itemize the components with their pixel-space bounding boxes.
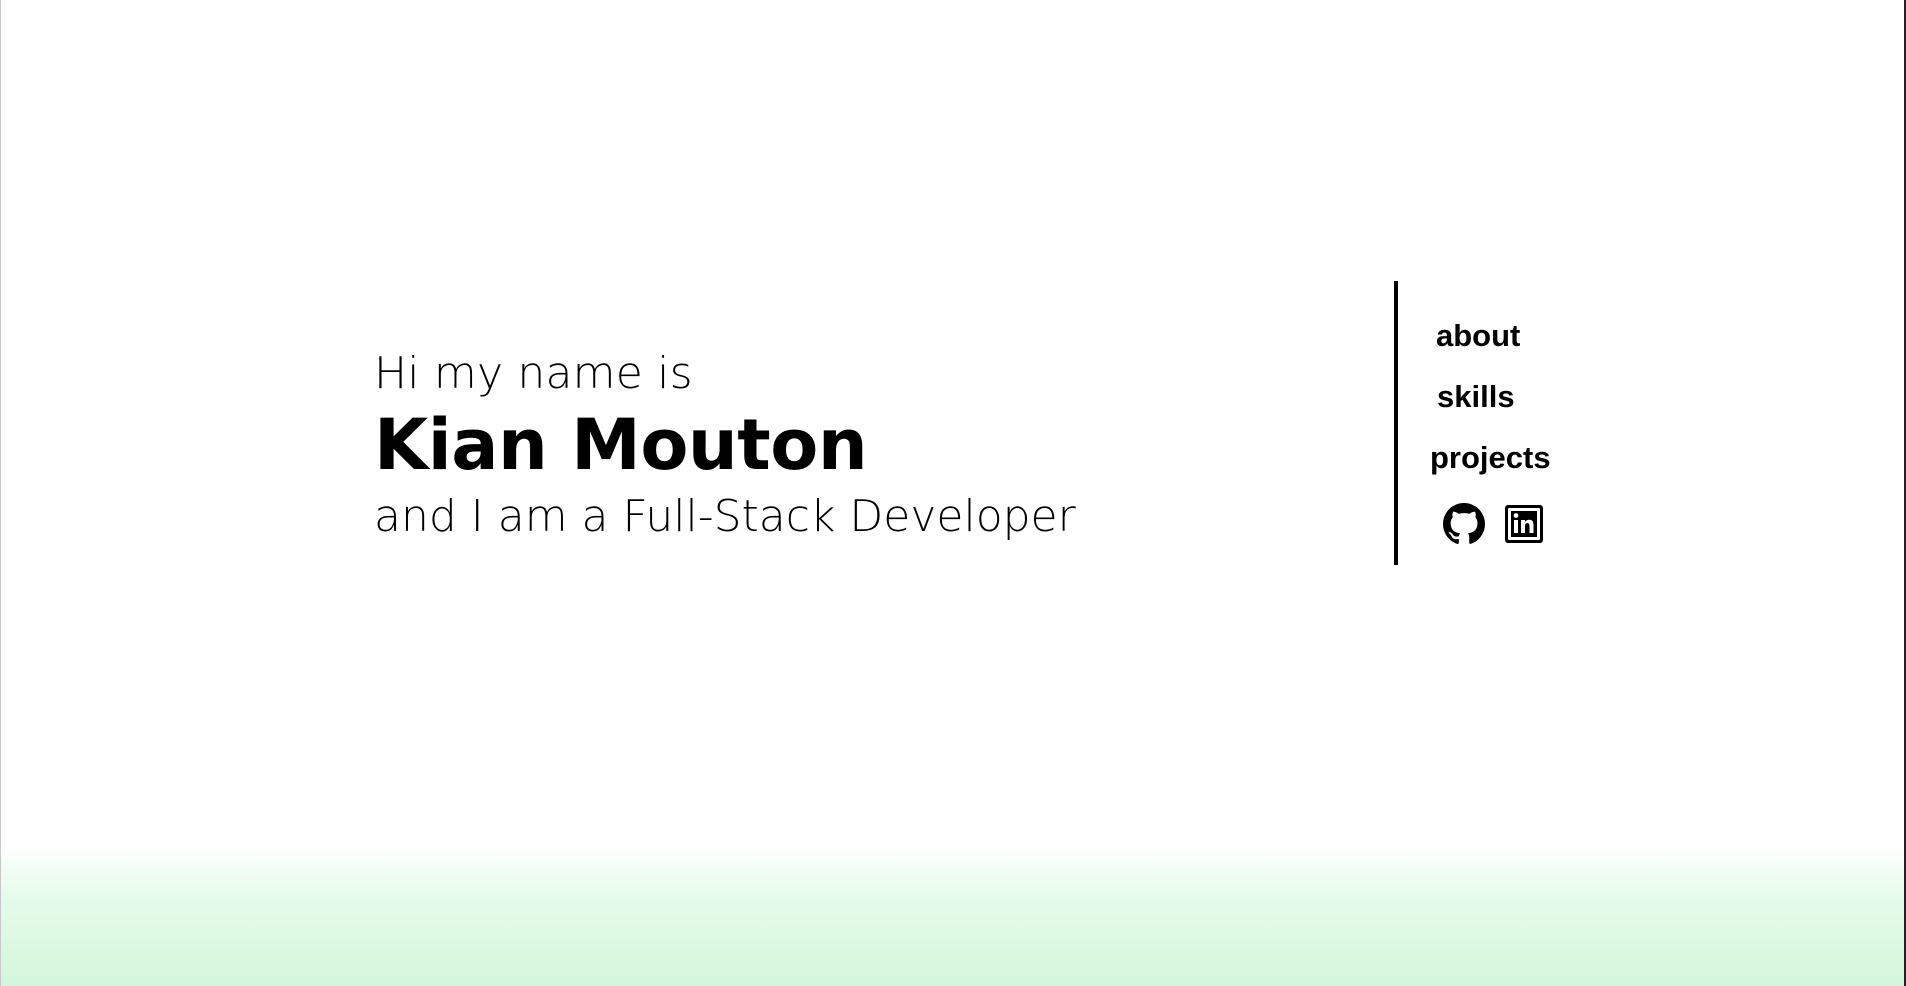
nav-item-projects[interactable]: projects bbox=[1430, 427, 1551, 488]
hero-section: Hi my name is Kian Mouton and I am a Ful… bbox=[374, 346, 1194, 546]
bottom-gradient bbox=[1, 846, 1906, 986]
hero-role-prefix: and I am a bbox=[374, 491, 623, 542]
sidebar-nav: about skills projects bbox=[1394, 281, 1614, 565]
nav-item-skills[interactable]: skills bbox=[1436, 366, 1551, 427]
hero-greeting: Hi my name is bbox=[374, 348, 693, 399]
nav-item-about[interactable]: about bbox=[1436, 305, 1551, 366]
nav-list: about skills projects bbox=[1430, 305, 1551, 488]
hero-role: Full-Stack Developer bbox=[622, 491, 1076, 542]
linkedin-link[interactable] bbox=[1503, 503, 1545, 545]
github-icon bbox=[1443, 503, 1485, 544]
social-links bbox=[1443, 503, 1545, 545]
github-link[interactable] bbox=[1443, 503, 1485, 545]
linkedin-icon bbox=[1505, 505, 1543, 543]
hero-name: Kian Mouton bbox=[374, 404, 868, 486]
page: Hi my name is Kian Mouton and I am a Ful… bbox=[0, 0, 1906, 986]
hero-role-line: and I am a Full-Stack Developer bbox=[374, 488, 1194, 546]
